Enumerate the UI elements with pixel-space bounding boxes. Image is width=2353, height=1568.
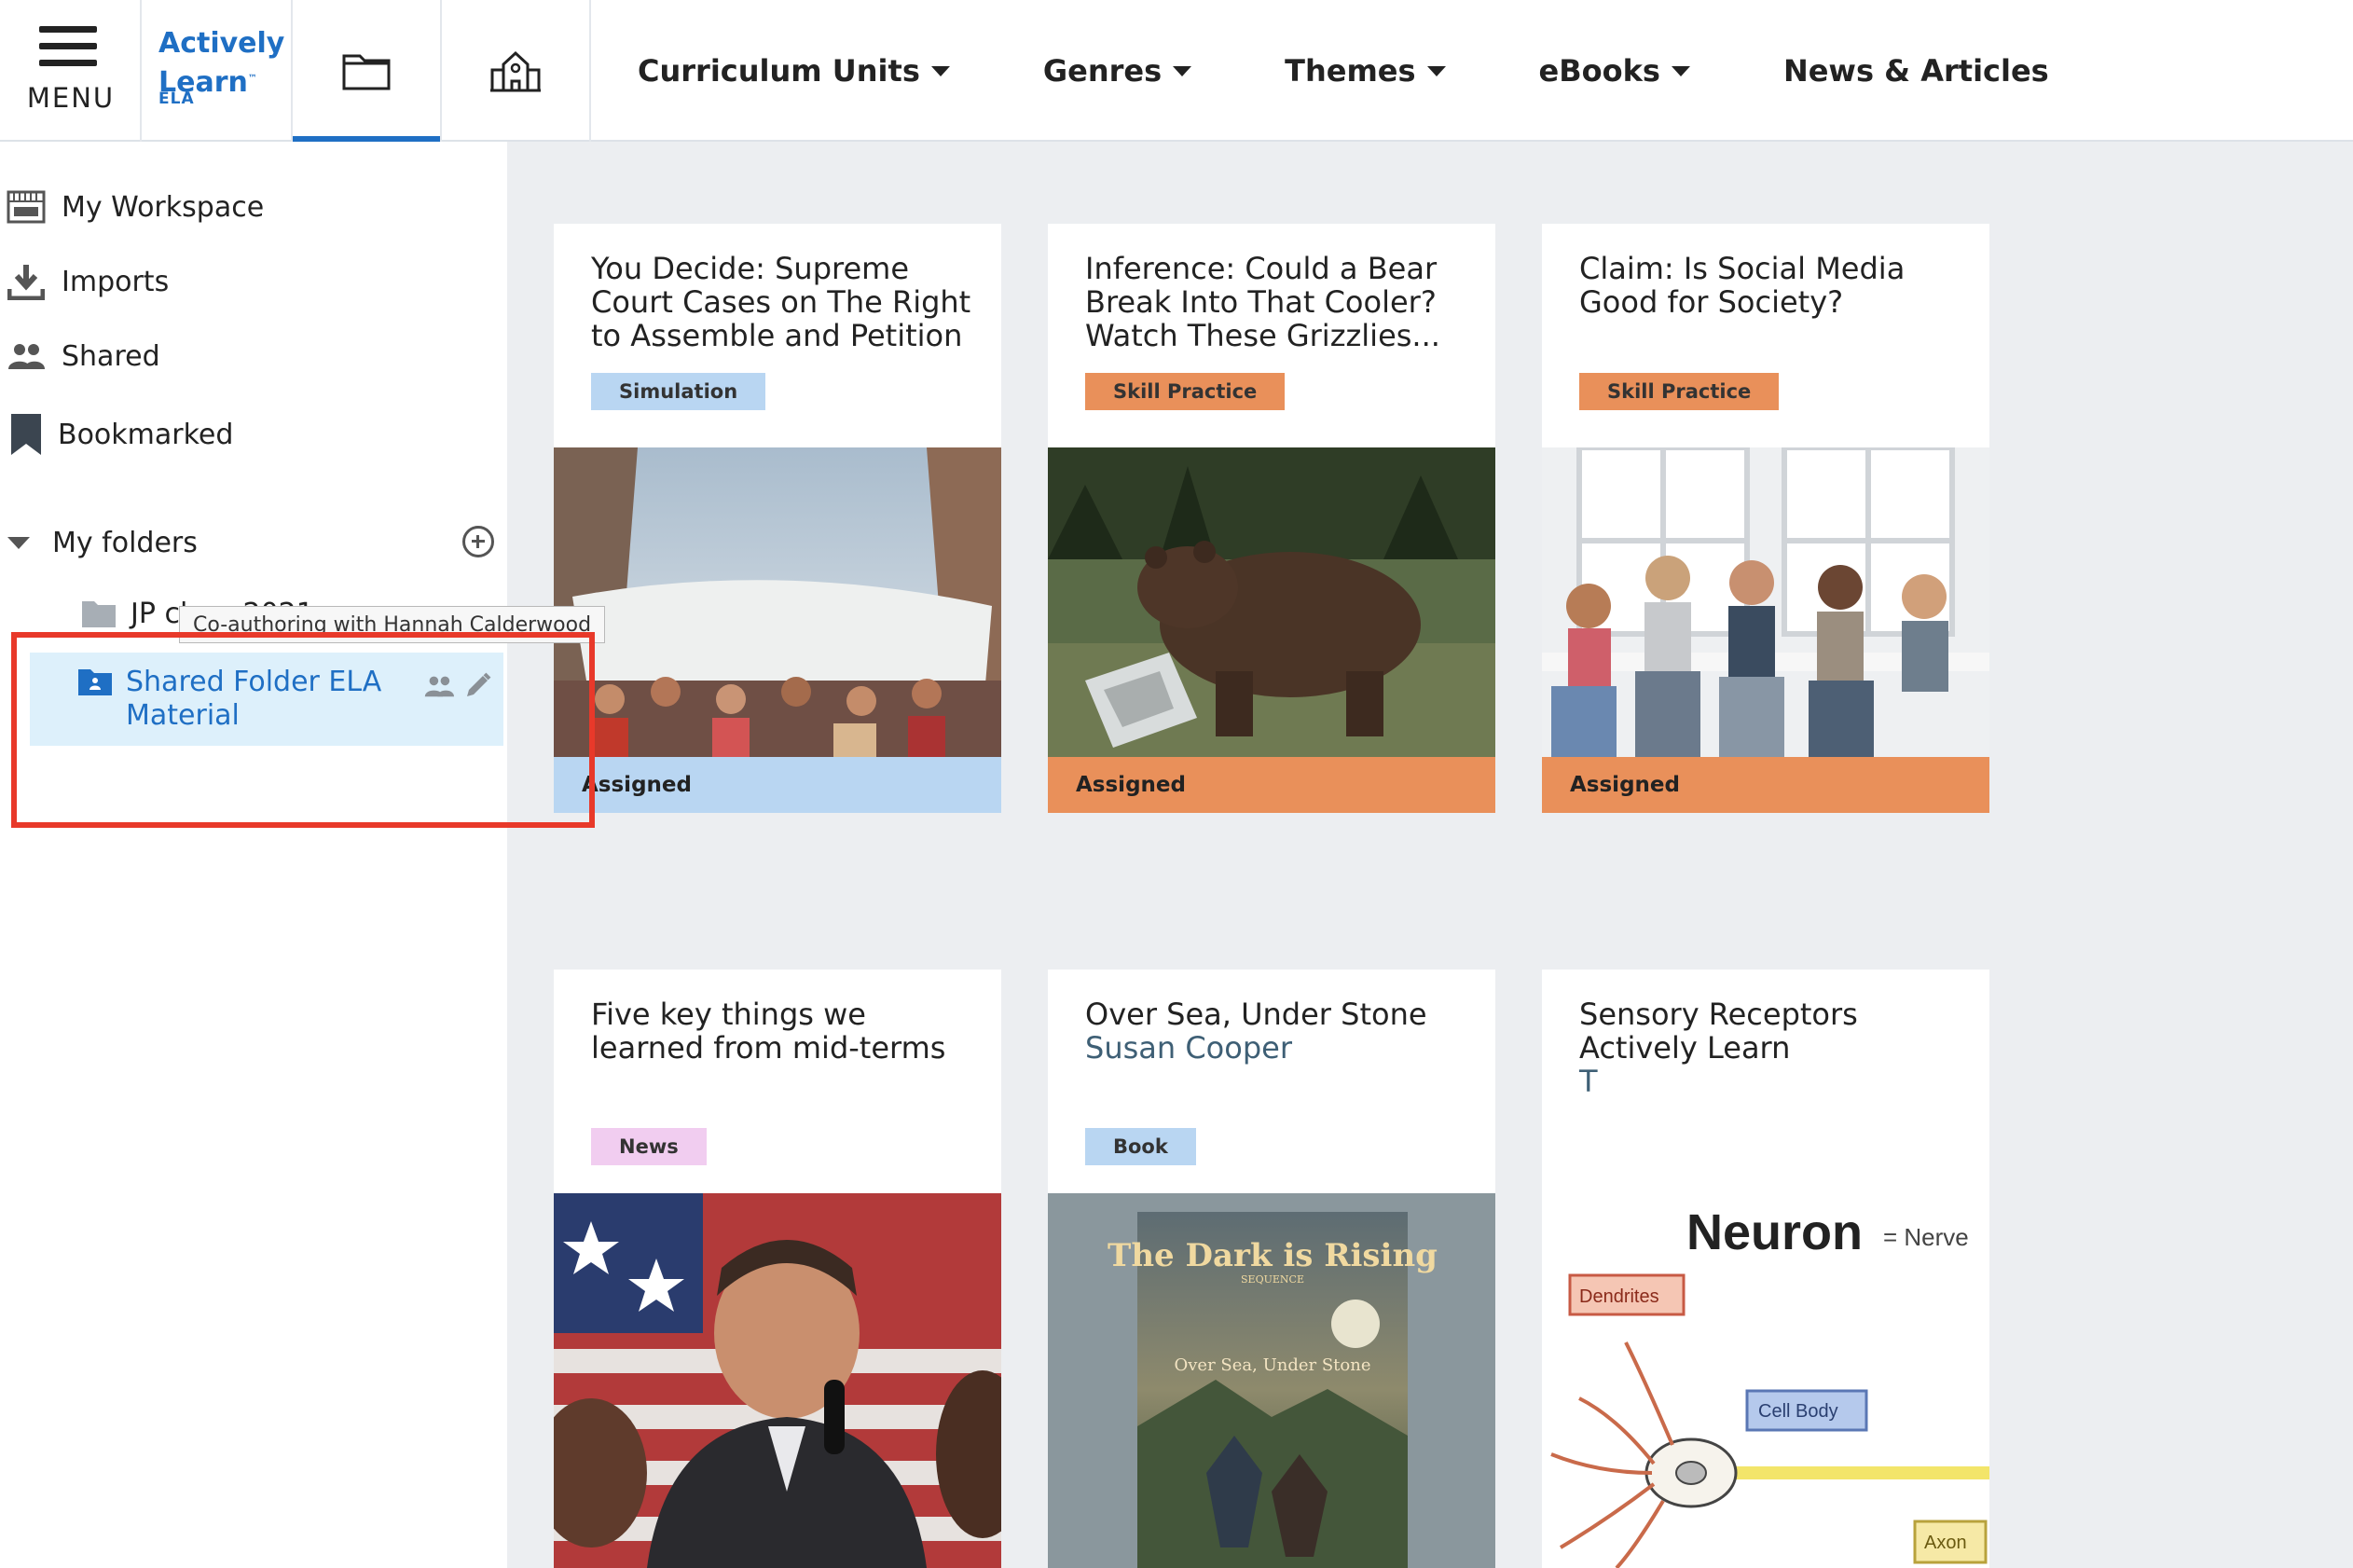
logo-sub: ELA xyxy=(158,89,195,108)
edit-pencil-icon[interactable] xyxy=(464,671,492,703)
bookmark-icon xyxy=(0,414,52,455)
type-badge: News xyxy=(591,1128,707,1165)
card-image-neuron-diagram: Neuron = Nerve Dendrites Cell Body Axon xyxy=(1542,1193,1989,1568)
content-card[interactable]: Claim: Is Social Media Good for Society?… xyxy=(1542,224,1989,813)
nav-genres[interactable]: Genres xyxy=(1043,53,1192,89)
co-authoring-tooltip: Co-authoring with Hannah Calderwood xyxy=(179,606,606,643)
book-cover-title: The Dark is Rising xyxy=(1108,1237,1438,1274)
content-card[interactable]: Five key things we learned from mid-term… xyxy=(554,970,1001,1568)
sidebar-item-label: Imports xyxy=(62,265,170,298)
shared-folder-item[interactable]: Shared Folder ELA Material xyxy=(30,653,503,746)
assigned-status: Assigned xyxy=(1048,757,1495,813)
card-image-book-cover: The Dark is Rising SEQUENCE Over Sea, Un… xyxy=(1048,1193,1495,1568)
card-image-politician xyxy=(554,1193,1001,1568)
sidebar-item-my-workspace[interactable]: My Workspace xyxy=(0,179,264,235)
content-grid: You Decide: Supreme Court Cases on The R… xyxy=(507,142,2353,1568)
card-title: Over Sea, Under Stone xyxy=(1085,997,1427,1032)
card-author: Actively Learn xyxy=(1579,1030,1791,1066)
people-icon xyxy=(423,675,455,701)
menu-button[interactable]: MENU xyxy=(0,0,142,142)
tab-school[interactable] xyxy=(442,0,591,142)
caret-down-icon xyxy=(930,65,950,76)
top-bar: MENU Actively Learn™ ELA Curriculum Unit… xyxy=(0,0,2353,142)
book-cover-sequence: SEQUENCE xyxy=(1241,1273,1304,1286)
card-image-bear xyxy=(1048,447,1495,757)
sidebar-item-shared[interactable]: Shared xyxy=(0,328,160,384)
card-image-kids-phones xyxy=(1542,447,1989,757)
sidebar-item-label: My Workspace xyxy=(62,190,265,224)
school-icon xyxy=(490,50,541,92)
caret-down-icon xyxy=(7,536,30,549)
folder-outline-icon xyxy=(342,54,391,90)
card-image-protest xyxy=(554,447,1001,757)
card-title-group: Over Sea, Under Stone Susan Cooper xyxy=(1085,997,1477,1065)
assigned-status: Assigned xyxy=(1542,757,1989,813)
tab-folders[interactable] xyxy=(293,0,442,142)
caret-down-icon xyxy=(1426,65,1446,76)
download-icon xyxy=(0,263,52,300)
shared-folder-icon xyxy=(78,667,112,699)
nav-curriculum-units[interactable]: Curriculum Units xyxy=(638,53,950,89)
sidebar-item-label: Bookmarked xyxy=(58,418,234,451)
type-badge: Simulation xyxy=(591,373,766,410)
card-author: Susan Cooper xyxy=(1085,1030,1292,1066)
content-card[interactable]: Sensory Receptors Actively Learn T Neuro… xyxy=(1542,970,1989,1568)
sidebar-item-label: Shared xyxy=(62,339,160,373)
card-title: Inference: Could a Bear Break Into That … xyxy=(1085,251,1440,353)
caret-down-icon xyxy=(1671,65,1690,76)
main-nav: Curriculum Units Genres Themes eBooks Ne… xyxy=(591,0,2142,142)
card-title: Five key things we learned from mid-term… xyxy=(591,997,946,1066)
content-card[interactable]: Inference: Could a Bear Break Into That … xyxy=(1048,224,1495,813)
card-title: Claim: Is Social Media Good for Society? xyxy=(1579,251,1906,320)
type-badge: Skill Practice xyxy=(1579,373,1780,410)
neuron-equals-label: = Nerve xyxy=(1883,1223,1969,1251)
card-title: Sensory Receptors xyxy=(1579,997,1858,1032)
neuron-cellbody-label: Cell Body xyxy=(1758,1401,1838,1422)
shared-folder-label: Shared Folder ELA Material xyxy=(126,666,382,732)
nav-ebooks[interactable]: eBooks xyxy=(1539,53,1690,89)
hamburger-icon xyxy=(39,26,97,76)
card-title-group: Sensory Receptors Actively Learn T xyxy=(1579,997,1971,1098)
neuron-dendrites-label: Dendrites xyxy=(1579,1286,1659,1307)
caret-down-icon xyxy=(1173,65,1192,76)
my-folders-header[interactable]: My folders xyxy=(0,515,507,571)
sidebar-item-imports[interactable]: Imports xyxy=(0,254,169,309)
type-badge: Book xyxy=(1085,1128,1196,1165)
neuron-heading: Neuron xyxy=(1686,1204,1863,1260)
sidebar-item-bookmarked[interactable]: Bookmarked xyxy=(0,406,233,462)
card-title: You Decide: Supreme Court Cases on The R… xyxy=(591,251,971,353)
content-card[interactable]: You Decide: Supreme Court Cases on The R… xyxy=(554,224,1001,813)
my-folders-label: My folders xyxy=(52,526,198,559)
nav-news-articles[interactable]: News & Articles xyxy=(1783,53,2049,89)
nav-themes[interactable]: Themes xyxy=(1285,53,1446,89)
workspace-icon xyxy=(0,188,52,226)
actively-learn-logo[interactable]: Actively Learn™ ELA xyxy=(142,0,293,142)
content-card[interactable]: Over Sea, Under Stone Susan Cooper Book … xyxy=(1048,970,1495,1568)
folder-icon xyxy=(82,601,116,627)
assigned-status: Assigned xyxy=(554,757,1001,813)
sidebar: My Workspace Imports Shared Bookmarked M… xyxy=(0,142,507,1568)
neuron-axon-label: Axon xyxy=(1924,1533,1967,1553)
add-folder-icon[interactable] xyxy=(462,526,494,557)
people-icon xyxy=(0,342,52,370)
menu-label: MENU xyxy=(26,82,116,114)
card-meta: T xyxy=(1579,1064,1598,1099)
type-badge: Skill Practice xyxy=(1085,373,1286,410)
book-cover-subtitle: Over Sea, Under Stone xyxy=(1175,1355,1371,1375)
